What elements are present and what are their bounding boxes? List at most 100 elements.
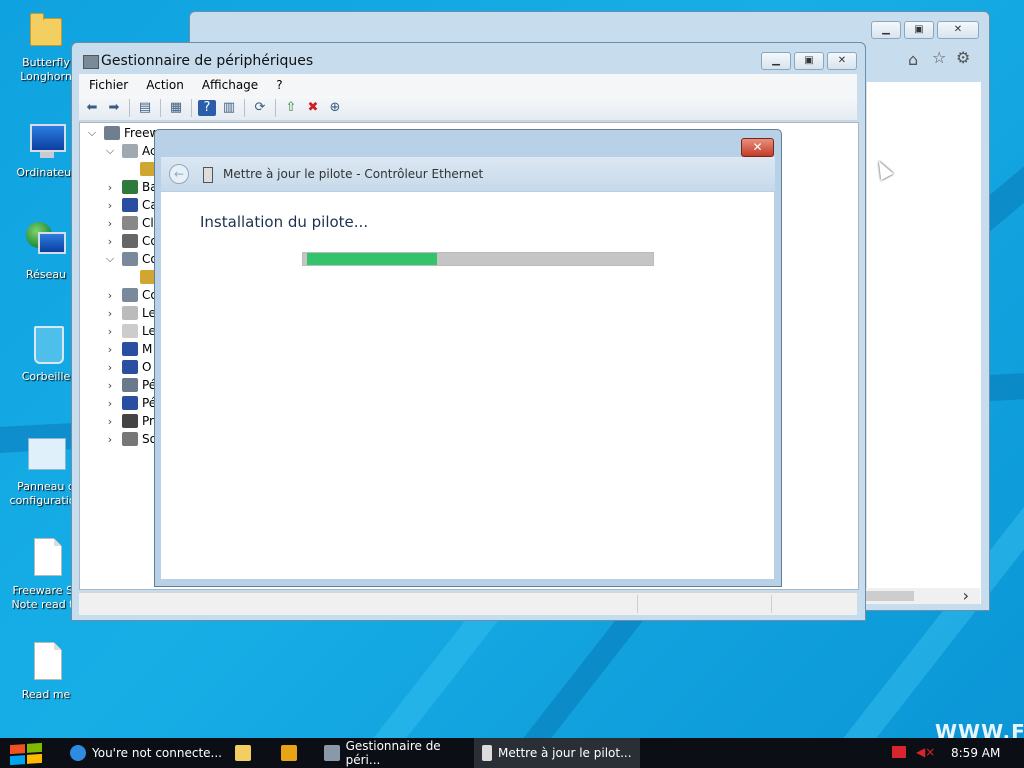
dialog-title: Mettre à jour le pilote - Contrôleur Eth… xyxy=(223,167,484,181)
device-category-icon xyxy=(122,144,138,158)
dialog-body: Installation du pilote... xyxy=(161,192,774,579)
device-category-icon xyxy=(122,432,138,446)
tree-node[interactable]: › Le xyxy=(104,304,156,322)
back-arrow-icon[interactable]: ← xyxy=(169,164,189,184)
tree-node[interactable]: › Co xyxy=(104,286,158,304)
home-icon[interactable]: ⌂ xyxy=(908,50,918,69)
chevron-down-icon[interactable]: ⌵ xyxy=(104,144,116,158)
chevron-right-icon[interactable]: › xyxy=(104,325,116,338)
tree-node[interactable]: › Ba xyxy=(104,178,158,196)
chevron-down-icon[interactable]: ⌵ xyxy=(104,252,116,266)
tree-node[interactable]: › O xyxy=(104,358,151,376)
maximize-button[interactable]: ▣ xyxy=(904,21,934,39)
close-button[interactable]: ✕ xyxy=(741,138,774,157)
taskbar-item-label: Mettre à jour le pilot... xyxy=(498,746,632,760)
close-button[interactable]: ✕ xyxy=(827,52,857,70)
taskbar-item-explorer[interactable] xyxy=(226,738,260,768)
chevron-right-icon[interactable]: › xyxy=(104,289,116,302)
menu-affichage[interactable]: Affichage xyxy=(192,78,266,92)
chevron-down-icon[interactable]: ⌵ xyxy=(86,126,98,140)
uninstall-device-icon[interactable]: ✖ xyxy=(304,100,322,116)
chevron-right-icon[interactable]: › xyxy=(104,397,116,410)
device-category-icon xyxy=(122,378,138,392)
chevron-right-icon[interactable]: › xyxy=(104,217,116,230)
scan-hardware-icon[interactable]: ⟳ xyxy=(251,100,269,116)
control-panel-icon xyxy=(24,432,68,476)
tree-node[interactable]: ⌵ Ac xyxy=(104,142,157,160)
desktop-icon-read-me[interactable]: Read me xyxy=(6,640,86,702)
device-category-icon xyxy=(122,252,138,266)
device-category-icon xyxy=(122,396,138,410)
device-category-icon xyxy=(122,306,138,320)
close-button[interactable]: ✕ xyxy=(937,21,979,39)
device-manager-icon xyxy=(83,55,99,69)
enable-device-icon[interactable]: ⊕ xyxy=(326,100,344,116)
tree-node[interactable]: › Pé xyxy=(104,376,156,394)
network-icon xyxy=(24,220,68,264)
toolbar: ⬅ ➡ ▤ ▦ ? ▥ ⟳ ⇧ ✖ ⊕ xyxy=(79,96,857,121)
tree-node[interactable]: › Co xyxy=(104,232,158,250)
tree-node[interactable]: › Le xyxy=(104,322,156,340)
taskbar-item-update-driver[interactable]: Mettre à jour le pilot... xyxy=(474,738,640,768)
device-category-icon xyxy=(122,324,138,338)
device-category-icon xyxy=(122,180,138,194)
chevron-right-icon[interactable]: › xyxy=(963,586,969,605)
device-category-icon xyxy=(104,126,120,140)
chevron-right-icon[interactable]: › xyxy=(104,199,116,212)
tree-node[interactable]: › So xyxy=(104,430,157,448)
desktop-icon-label: Read me xyxy=(21,688,71,701)
chevron-right-icon[interactable]: › xyxy=(104,361,116,374)
maximize-button[interactable]: ▣ xyxy=(794,52,824,70)
view-icon[interactable]: ▥ xyxy=(220,100,238,116)
update-driver-dialog[interactable]: ✕ ← Mettre à jour le pilote - Contrôleur… xyxy=(154,129,782,587)
document-icon xyxy=(24,640,68,684)
progress-fill xyxy=(307,253,437,265)
chevron-right-icon[interactable]: › xyxy=(104,235,116,248)
media-icon xyxy=(281,745,297,761)
settings-gear-icon[interactable]: ⚙ xyxy=(956,48,970,67)
tree-node[interactable]: › Pr xyxy=(104,412,154,430)
folder-icon xyxy=(235,745,251,761)
chevron-right-icon[interactable]: › xyxy=(104,343,116,356)
document-icon xyxy=(24,536,68,580)
tree-node[interactable]: › Ca xyxy=(104,196,158,214)
tree-node[interactable]: › Cl xyxy=(104,214,154,232)
start-button[interactable] xyxy=(10,742,42,766)
show-hide-tree-icon[interactable]: ▤ xyxy=(136,100,154,116)
chevron-right-icon[interactable]: › xyxy=(104,181,116,194)
clock[interactable]: 8:59 AM xyxy=(951,746,1000,760)
tree-node[interactable]: ⌵ Co xyxy=(104,250,158,268)
taskbar-item-browser[interactable]: You're not connecte... xyxy=(62,738,222,768)
chevron-right-icon[interactable]: › xyxy=(104,379,116,392)
menu-help[interactable]: ? xyxy=(266,78,290,92)
action-center-flag-icon[interactable] xyxy=(892,746,906,758)
chevron-right-icon[interactable]: › xyxy=(104,433,116,446)
minimize-button[interactable]: ▁ xyxy=(761,52,791,70)
taskbar: You're not connecte... Gestionnaire de p… xyxy=(0,738,1024,768)
tree-node[interactable]: › Pé xyxy=(104,394,156,412)
chevron-right-icon[interactable]: › xyxy=(104,307,116,320)
tree-node-label: Pr xyxy=(142,414,154,428)
update-driver-icon[interactable]: ⇧ xyxy=(282,100,300,116)
favorites-icon[interactable]: ☆ xyxy=(932,48,946,67)
menu-fichier[interactable]: Fichier xyxy=(79,78,136,92)
back-arrow-icon[interactable]: ⬅ xyxy=(83,100,101,116)
menu-bar: Fichier Action Affichage ? xyxy=(79,74,857,96)
device-category-icon xyxy=(122,216,138,230)
tree-node[interactable]: › M xyxy=(104,340,152,358)
device-category-icon xyxy=(122,414,138,428)
taskbar-item-media[interactable] xyxy=(272,738,306,768)
help-icon[interactable]: ? xyxy=(198,100,216,116)
menu-action[interactable]: Action xyxy=(136,78,192,92)
volume-muted-icon[interactable]: ◀× xyxy=(916,745,935,759)
chevron-right-icon[interactable]: › xyxy=(104,415,116,428)
device-manager-icon xyxy=(324,745,340,761)
tree-node[interactable]: ⌵ Freew xyxy=(86,124,159,142)
taskbar-item-label: Gestionnaire de péri... xyxy=(345,739,441,767)
taskbar-item-device-manager[interactable]: Gestionnaire de péri... xyxy=(316,738,476,768)
ie-icon xyxy=(70,745,86,761)
properties-icon[interactable]: ▦ xyxy=(167,100,185,116)
forward-arrow-icon[interactable]: ➡ xyxy=(105,100,123,116)
minimize-button[interactable]: ▁ xyxy=(871,21,901,39)
ethernet-device-icon xyxy=(203,167,213,183)
